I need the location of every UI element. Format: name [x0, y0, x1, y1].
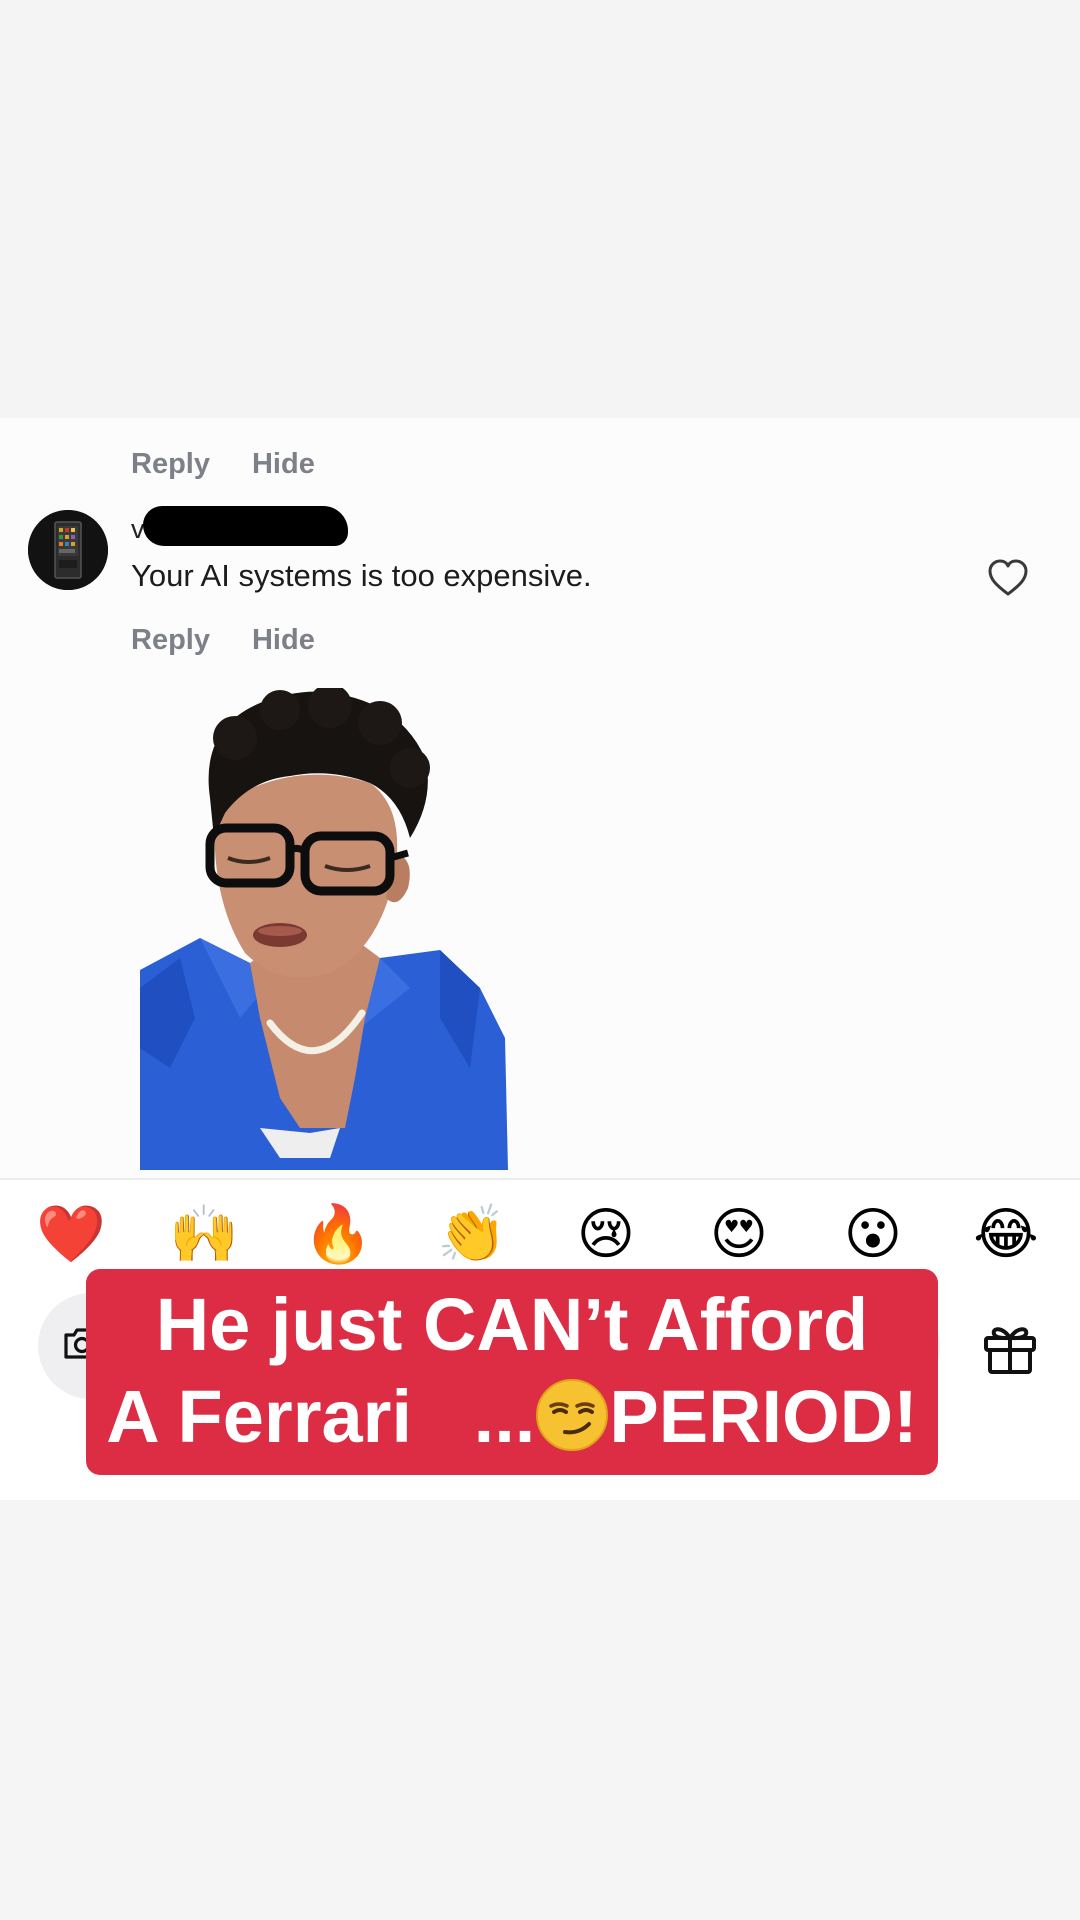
comment-text: Your AI systems is too expensive.: [131, 558, 592, 593]
emoji-surprised[interactable]: 😮: [838, 1203, 908, 1267]
emoji-raised-hands[interactable]: 🙌: [169, 1203, 239, 1267]
creator-cutout-image: [140, 688, 508, 1170]
emoji-fire[interactable]: 🔥: [303, 1203, 373, 1267]
emoji-cry[interactable]: 😢: [571, 1203, 641, 1267]
comment-actions: Reply Hide: [131, 620, 315, 660]
reply-link[interactable]: Reply: [131, 624, 210, 657]
emoji-heart-eyes[interactable]: 😍: [704, 1203, 774, 1267]
caption-line-1: He just CAN’t Afford: [155, 1283, 869, 1366]
screen: Reply Hide v Your AI systems is too expe…: [0, 0, 1080, 1920]
hide-link[interactable]: Hide: [252, 624, 315, 657]
comment-actions: Reply Hide: [131, 444, 315, 484]
emoji-clap[interactable]: 👏: [437, 1203, 507, 1267]
video-top-area: [0, 0, 1080, 418]
avatar-image: [28, 510, 108, 590]
caption-line-2: A Ferrari ... PERIOD!: [106, 1375, 918, 1458]
redaction-mark: [143, 506, 348, 546]
emoji-heart[interactable]: ❤️: [36, 1203, 106, 1267]
gift-icon[interactable]: [980, 1318, 1040, 1378]
video-bottom-area: [0, 1500, 1080, 1920]
emoji-quick-bar: ❤️ 🙌 🔥 👏 😢 😍 😮 😂: [0, 1203, 1080, 1273]
smirk-emoji-icon: [536, 1379, 609, 1451]
video-caption-overlay: He just CAN’t Afford A Ferrari ... PERIO…: [86, 1269, 938, 1475]
avatar[interactable]: [28, 510, 108, 590]
emoji-laugh[interactable]: 😂: [971, 1203, 1041, 1267]
reply-link[interactable]: Reply: [131, 448, 210, 481]
heart-outline-icon[interactable]: [986, 558, 1030, 598]
hide-link[interactable]: Hide: [252, 448, 315, 481]
